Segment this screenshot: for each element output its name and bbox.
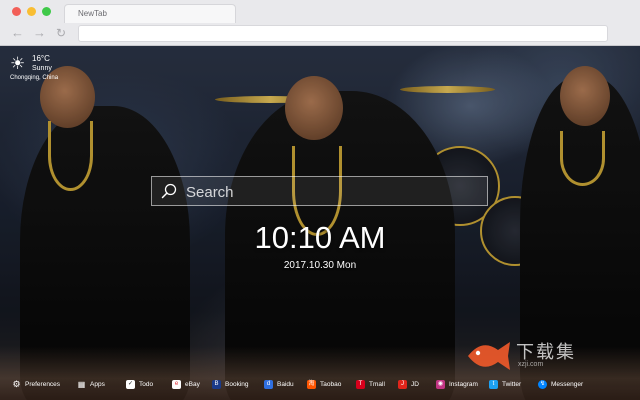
shortcut-label: eBay (185, 380, 200, 388)
shortcut-ebay[interactable]: e eBay (172, 378, 200, 390)
minimize-window-button[interactable] (27, 7, 36, 16)
close-window-button[interactable] (12, 7, 21, 16)
shortcut-jd[interactable]: J JD (398, 378, 419, 390)
maximize-window-button[interactable] (42, 7, 51, 16)
sun-icon: ☀ (10, 54, 26, 73)
shortcut-booking[interactable]: B Booking (212, 378, 249, 390)
messenger-icon: ↯ (538, 379, 547, 389)
search-input[interactable] (186, 181, 476, 203)
checkbox-icon: ✓ (126, 379, 135, 389)
shortcut-label: Tmall (369, 380, 385, 388)
watermark-logo: 下载集 xzji.com (462, 334, 602, 378)
weather-temperature: 16°C (32, 54, 50, 63)
shortcut-label: Twitter (502, 380, 522, 388)
weather-condition: Sunny (32, 65, 52, 72)
shortcut-taobao[interactable]: 淘 Taobao (307, 378, 341, 390)
tab-title: NewTab (78, 9, 107, 18)
apps-label: Apps (90, 380, 105, 388)
shortcut-label: Instagram (449, 380, 478, 388)
shortcut-twitter[interactable]: t Twitter (489, 378, 521, 390)
instagram-icon: ◉ (436, 379, 445, 389)
address-bar[interactable] (78, 25, 608, 42)
shortcut-label: Taobao (320, 380, 342, 388)
shortcut-label: Booking (225, 380, 249, 388)
fish-logo-icon (468, 342, 510, 370)
booking-icon: B (212, 379, 221, 389)
reload-icon[interactable]: ↻ (56, 25, 66, 41)
ebay-icon: e (172, 379, 181, 389)
todo-label: Todo (139, 380, 154, 388)
todo-button[interactable]: ✓ Todo (126, 378, 153, 390)
tmall-icon: T (356, 379, 365, 389)
shortcut-label: Baidu (277, 380, 294, 388)
jd-icon: J (398, 379, 407, 389)
shortcut-label: JD (411, 380, 419, 388)
shortcut-messenger[interactable]: ↯ Messenger (538, 378, 583, 390)
shortcut-instagram[interactable]: ◉ Instagram (436, 378, 478, 390)
preferences-button[interactable]: ⚙ Preferences (12, 378, 60, 390)
arrow-left-icon[interactable]: ← (11, 25, 24, 41)
arrow-right-icon[interactable]: → (33, 25, 46, 41)
browser-chrome: NewTab ← → ↻ (0, 0, 640, 46)
search-icon[interactable] (161, 183, 177, 199)
taobao-icon: 淘 (307, 379, 316, 389)
gear-icon: ⚙ (12, 378, 21, 389)
baidu-icon: d (264, 379, 273, 389)
browser-tab[interactable]: NewTab (64, 4, 236, 23)
search-box[interactable] (151, 176, 488, 206)
twitter-icon: t (489, 379, 498, 389)
apps-grid-icon: ▦ (77, 379, 86, 389)
shortcut-baidu[interactable]: d Baidu (264, 378, 294, 390)
apps-button[interactable]: ▦ Apps (77, 378, 105, 390)
clock-time: 10:10 AM (254, 220, 386, 255)
clock-date: 2017.10.30 Mon (283, 260, 357, 271)
watermark-subtext: xzji.com (518, 361, 544, 368)
shortcut-label: Messenger (551, 380, 584, 388)
bottom-bar: ⚙ Preferences ▦ Apps ✓ Todo e eBay B Boo… (0, 374, 640, 394)
weather-city: Chongqing, China (10, 75, 59, 81)
preferences-label: Preferences (25, 380, 61, 388)
shortcut-tmall[interactable]: T Tmall (356, 378, 385, 390)
